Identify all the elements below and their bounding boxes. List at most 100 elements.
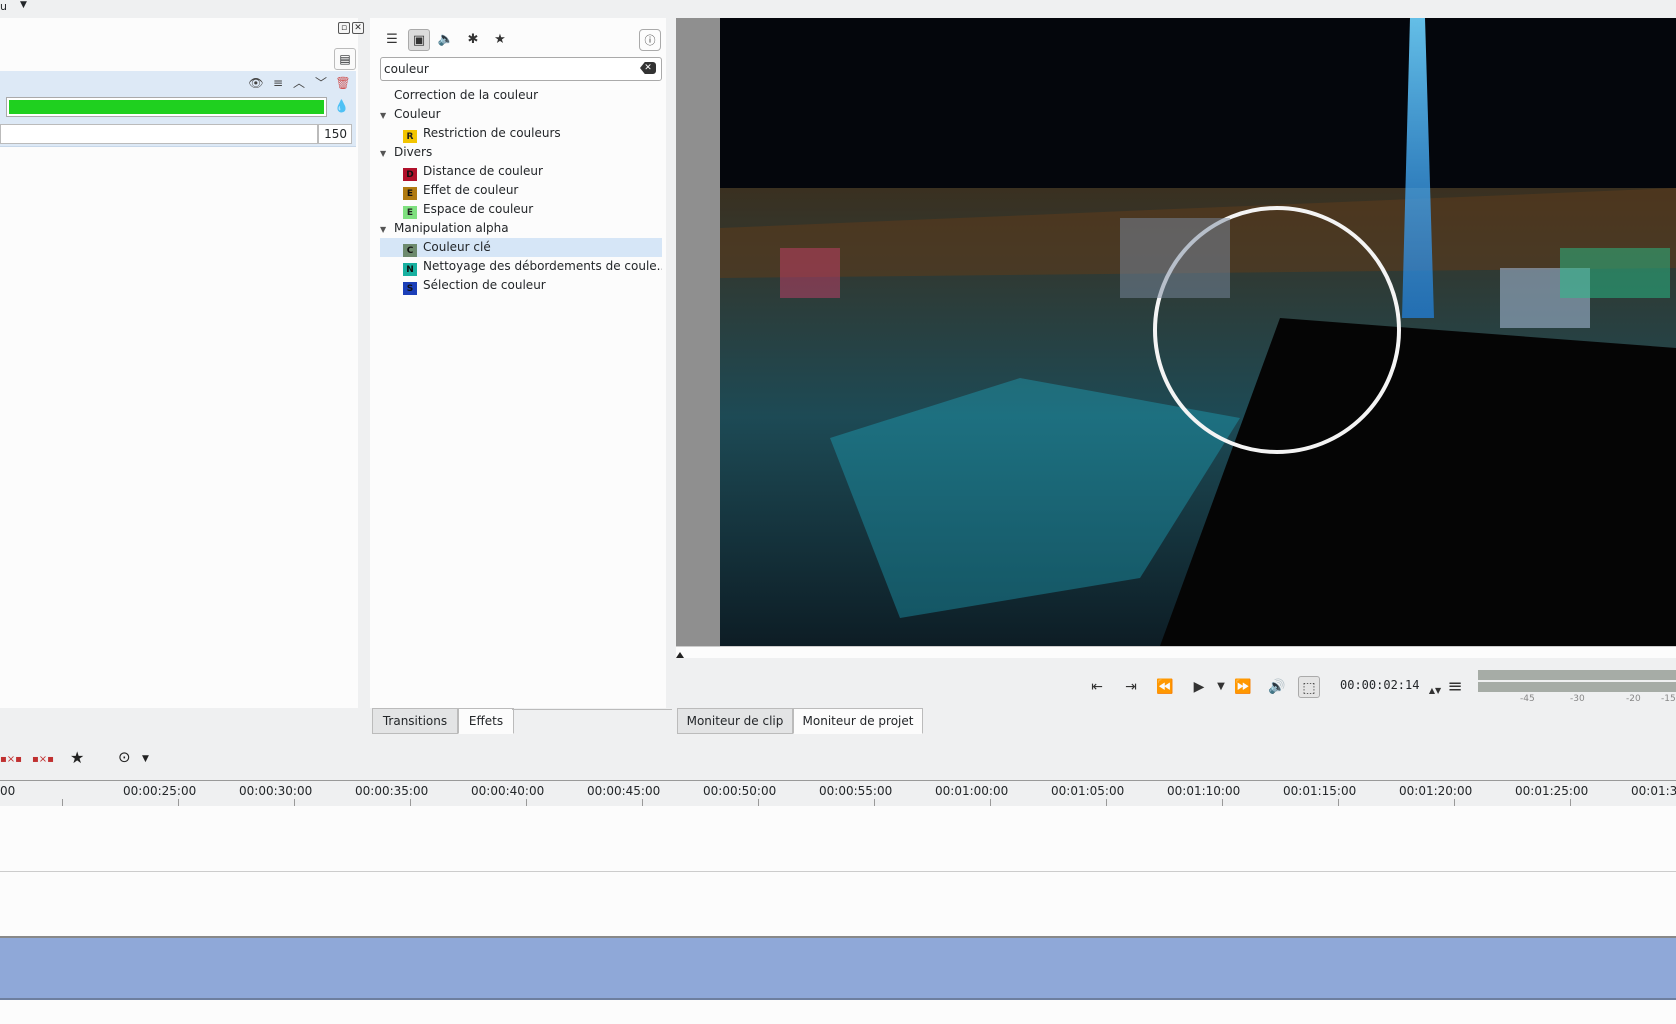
tab-project-monitor[interactable]: Moniteur de projet [793,708,923,734]
ruler-time-label: 00:00:55:00 [819,784,893,798]
effect-badge-icon: S [403,282,417,295]
ruler-time-label: 00:00:50:00 [703,784,777,798]
compare-layout-button[interactable]: ▤ [334,48,356,70]
ruler-tick [62,799,63,806]
effect-list-item[interactable]: D Distance de couleur [380,162,662,181]
effect-list-item[interactable]: C Couleur clé [380,238,662,257]
effect-list-item[interactable]: E Espace de couleur [380,200,662,219]
tree-label: Distance de couleur [423,164,543,178]
ruler-time-label: 00:00:35:00 [355,784,429,798]
timeline-ruler[interactable]: 00 00:00:25:00 00:00:30:00 00:00:35:00 00:00… [0,780,1676,806]
ruler-tick [1570,799,1571,806]
eyedropper-icon[interactable]: 💧 [334,99,349,113]
tree-label: Restriction de couleurs [423,126,561,140]
effect-search-input[interactable] [384,60,624,78]
volume-icon[interactable]: 🔊 [1266,676,1288,698]
chevron-down-icon[interactable]: ﹀ [313,75,329,91]
variance-value[interactable]: 150 [318,124,352,144]
overwrite-icon[interactable]: ▪×▪ [32,754,54,765]
collapse-icon[interactable]: ≡ [270,75,286,91]
timecode-display[interactable]: 00:00:02:14 [1340,678,1419,692]
ruler-time-label: 00:01:25:00 [1515,784,1589,798]
insert-icon[interactable]: ▪×▪ [0,754,22,765]
meter-label: -45 [1520,694,1535,704]
star-icon[interactable]: ★ [489,29,511,51]
effect-badge-icon: E [403,206,417,219]
tab-effects[interactable]: Effets [458,708,514,734]
ruler-tick [294,799,295,806]
top-menu-label[interactable]: u [0,0,7,13]
rewind-icon[interactable]: ⏪ [1154,676,1176,698]
forward-icon[interactable]: ⏩ [1232,676,1254,698]
set-zone-in-icon[interactable]: ⇤ [1086,676,1108,698]
ruler-tick [990,799,991,806]
timeline-track[interactable] [0,872,1676,938]
ruler-time-label: 00:00:40:00 [471,784,545,798]
ruler-tick [874,799,875,806]
monitor-menu-icon[interactable]: ≡ [1444,676,1466,698]
top-strip [0,0,1676,18]
effect-badge-icon: D [403,168,417,181]
expand-arrow-icon[interactable]: ▼ [380,106,394,124]
meter-bar-right [1478,682,1676,692]
tab-clip-monitor[interactable]: Moniteur de clip [677,708,793,734]
info-icon[interactable]: ⓘ [639,29,661,51]
effect-list-item[interactable]: N Nettoyage des débordements de coule... [380,257,662,276]
effect-search-box [380,57,662,81]
ruler-time-label: 00:01:00:00 [935,784,1009,798]
meter-label: -20 [1626,694,1641,704]
ruler-time-label: 00:01:15:00 [1283,784,1357,798]
tab-transitions[interactable]: Transitions [372,708,458,734]
variance-slider[interactable] [0,124,318,144]
chevron-up-icon[interactable]: ︿ [291,75,307,91]
set-zone-out-icon[interactable]: ⇥ [1120,676,1142,698]
timecode-spinner-icon[interactable]: ▲▼ [1424,680,1446,702]
custom-effects-icon[interactable]: ✱ [462,29,484,51]
ruler-tick [1338,799,1339,806]
float-panel-icon[interactable]: ▫ [338,22,350,34]
timeline-track-video[interactable] [0,806,1676,872]
chevron-down-icon[interactable]: ▼ [142,754,149,764]
tree-label: Couleur clé [423,240,491,254]
effect-badge-icon: E [403,187,417,200]
star-icon[interactable]: ★ [70,748,84,767]
trash-icon[interactable]: 🗑 [335,75,351,91]
tree-label: Effet de couleur [423,183,519,197]
playhead-marker[interactable] [676,652,684,658]
timeline-clip[interactable] [0,938,1676,1000]
effect-list-item[interactable]: R Restriction de couleurs [380,124,662,143]
key-color-swatch[interactable] [6,97,327,117]
chevron-down-icon[interactable]: ▼ [20,0,27,10]
effect-list-item[interactable]: S Sélection de couleur [380,276,662,295]
expand-arrow-icon[interactable]: ▼ [380,144,394,162]
effect-badge-icon: N [403,263,417,276]
ruler-tick [410,799,411,806]
tab-bar-divider [512,709,672,710]
film-icon[interactable]: ▣ [408,29,430,51]
speaker-icon[interactable]: 🔈 [435,29,457,51]
video-preview[interactable] [720,18,1676,646]
tree-label: Nettoyage des débordements de coule... [423,259,662,273]
ruler-tick [1454,799,1455,806]
list-icon[interactable]: ☰ [381,29,403,51]
audio-meter: -45 -30 -20 -15 [1478,670,1676,704]
effect-badge-icon: C [403,244,417,257]
ruler-tick [526,799,527,806]
edit-mode-icon[interactable]: ⬚ [1298,676,1320,698]
eye-icon[interactable]: 👁 [248,75,264,91]
ruler-time-label: 00:01:30:00 [1631,784,1676,798]
effect-category[interactable]: ▼ Manipulation alpha [380,219,662,238]
play-options-icon[interactable]: ▼ [1210,676,1232,698]
monitor-ruler[interactable] [676,646,1676,658]
timeline-track[interactable] [0,1000,1676,1024]
close-panel-icon[interactable]: ✕ [352,22,364,34]
ruler-tick [178,799,179,806]
effect-category[interactable]: Correction de la couleur [380,86,662,105]
effect-list-item[interactable]: E Effet de couleur [380,181,662,200]
ruler-time-label: 00:00:45:00 [587,784,661,798]
expand-arrow-icon[interactable]: ▼ [380,220,394,238]
play-icon[interactable]: ▶ [1188,676,1210,698]
effect-category[interactable]: ▼ Divers [380,143,662,162]
play-circle-icon[interactable]: ⊙ [118,748,131,766]
effect-category[interactable]: ▼ Couleur [380,105,662,124]
